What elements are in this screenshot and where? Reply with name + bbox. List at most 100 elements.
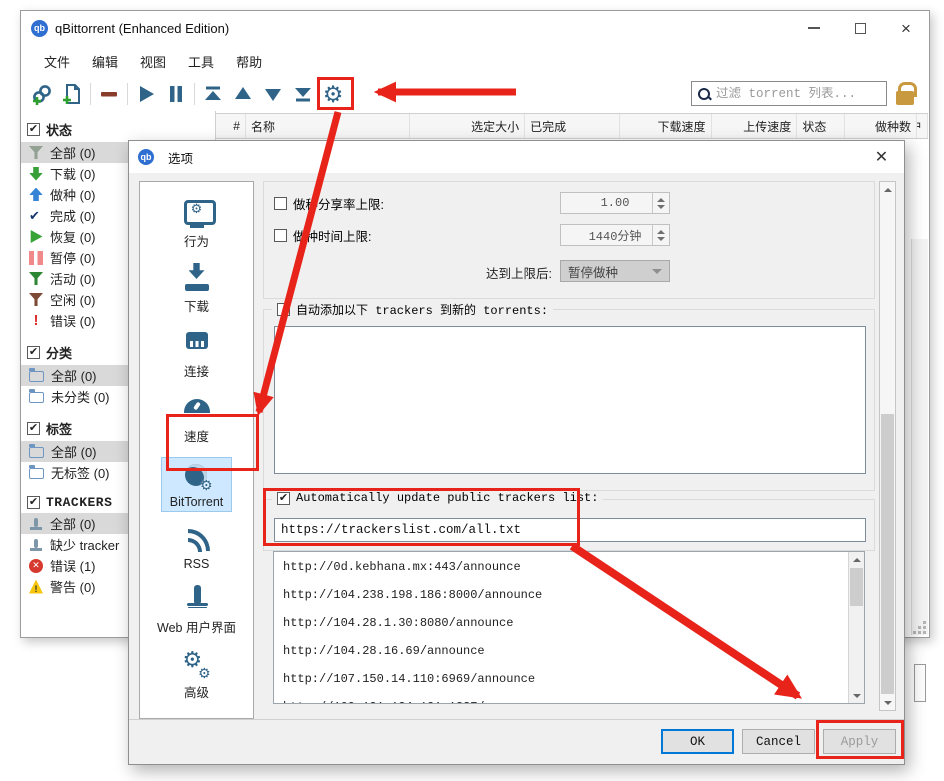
scrollbar-thumb[interactable] xyxy=(881,414,894,694)
webui-icon xyxy=(181,584,213,614)
upload-arrow-icon xyxy=(29,188,43,202)
scrollbar-thumb[interactable] xyxy=(850,568,863,606)
resume-button[interactable] xyxy=(131,79,161,109)
spin-buttons[interactable] xyxy=(652,193,669,213)
nav-label: 速度 xyxy=(184,426,209,445)
nav-connection[interactable]: 连接 xyxy=(140,322,253,387)
cancel-button[interactable]: Cancel xyxy=(742,729,815,754)
status-checkbox[interactable]: ✔ xyxy=(27,123,40,136)
toolbar-separator xyxy=(194,83,195,105)
add-torrent-link-button[interactable] xyxy=(27,79,57,109)
filter-label: 活动 (0) xyxy=(50,269,96,288)
share-ratio-checkbox[interactable] xyxy=(274,197,287,210)
filter-label: 错误 (0) xyxy=(50,311,96,330)
menu-edit[interactable]: 编辑 xyxy=(81,48,129,75)
seed-time-checkbox[interactable] xyxy=(274,229,287,242)
dialog-close-button[interactable]: ✕ xyxy=(859,141,904,173)
connection-icon xyxy=(181,328,213,358)
column-done[interactable]: 已完成 xyxy=(525,114,620,138)
nav-label: 高级 xyxy=(184,682,209,701)
maximize-button[interactable] xyxy=(837,11,883,45)
add-torrent-file-button[interactable] xyxy=(57,79,87,109)
bittorrent-selected-tile: BitTorrent xyxy=(162,458,232,511)
ok-button[interactable]: OK xyxy=(661,729,734,754)
column-up-speed[interactable]: 上传速度 xyxy=(712,114,798,138)
reached-action-dropdown[interactable]: 暂停做种 xyxy=(560,260,670,282)
bittorrent-globe-icon xyxy=(181,462,213,492)
minimize-button[interactable] xyxy=(791,11,837,45)
dialog-scrollbar[interactable] xyxy=(879,181,896,711)
minimize-icon xyxy=(808,27,820,29)
app-logo-icon: qb xyxy=(31,20,48,37)
nav-downloads[interactable]: 下载 xyxy=(140,257,253,322)
column-dl-speed[interactable]: 下载速度 xyxy=(620,114,712,138)
move-top-button[interactable] xyxy=(198,79,228,109)
nav-speed[interactable]: 速度 xyxy=(140,387,253,452)
public-trackers-list[interactable]: http://0d.kebhana.mx:443/announce http:/… xyxy=(273,551,865,704)
tracker-checkbox[interactable]: ✔ xyxy=(27,496,40,509)
tracker-url: http://107.150.14.110:6969/announce xyxy=(283,672,840,688)
nav-advanced[interactable]: 高级 xyxy=(140,643,253,708)
menu-tools[interactable]: 工具 xyxy=(177,48,225,75)
tracker-url: http://0d.kebhana.mx:443/announce xyxy=(283,560,840,576)
move-down-button[interactable] xyxy=(258,79,288,109)
seeding-limits-group: 做种分享率上限: 1.00 做种时间上限: 1440分钟 达到上限后: 暂停做种 xyxy=(263,181,875,299)
column-status[interactable]: 状态 xyxy=(797,114,845,138)
spin-up-icon xyxy=(657,198,665,202)
delete-torrent-button[interactable] xyxy=(94,79,124,109)
options-button[interactable]: ⚙ xyxy=(318,79,348,109)
pause-button[interactable] xyxy=(161,79,191,109)
filter-label: 全部 (0) xyxy=(50,143,96,162)
move-down-icon xyxy=(262,83,284,105)
scroll-down-icon[interactable] xyxy=(880,695,895,710)
menu-file[interactable]: 文件 xyxy=(33,48,81,75)
tag-checkbox[interactable]: ✔ xyxy=(27,422,40,435)
additional-trackers-textarea[interactable] xyxy=(274,326,866,474)
apply-button[interactable]: Apply xyxy=(823,729,896,754)
share-ratio-spinbox[interactable]: 1.00 xyxy=(560,192,670,214)
move-bottom-icon xyxy=(292,83,314,105)
resize-grip[interactable] xyxy=(923,631,926,634)
tracker-list-scrollbar[interactable] xyxy=(848,552,864,703)
main-vertical-scrollbar[interactable] xyxy=(911,239,928,635)
spin-buttons[interactable] xyxy=(652,225,669,245)
trackers-list-url-input[interactable] xyxy=(274,518,866,542)
check-icon: ✔ xyxy=(29,124,38,135)
column-user[interactable]: 用户 xyxy=(917,114,928,138)
rss-icon xyxy=(181,524,213,554)
column-size[interactable]: 选定大小 xyxy=(410,114,525,138)
check-icon: ✔ xyxy=(29,423,38,434)
move-up-button[interactable] xyxy=(228,79,258,109)
close-button[interactable]: × xyxy=(883,11,929,45)
link-add-icon xyxy=(31,83,53,105)
auto-update-trackers-checkbox[interactable]: ✔ xyxy=(277,492,290,505)
nav-webui[interactable]: Web 用户界面 xyxy=(140,578,253,643)
menu-help[interactable]: 帮助 xyxy=(225,48,273,75)
tracker-pin-icon xyxy=(29,538,43,552)
dialog-title: 选项 xyxy=(168,148,193,167)
category-checkbox[interactable]: ✔ xyxy=(27,346,40,359)
menu-view[interactable]: 视图 xyxy=(129,48,177,75)
lock-icon[interactable] xyxy=(894,82,916,108)
nav-rss[interactable]: RSS xyxy=(140,518,253,578)
status-group-header[interactable]: ✔ 状态 xyxy=(21,117,215,142)
filter-label: 全部 (0) xyxy=(51,366,97,385)
scroll-up-icon[interactable] xyxy=(849,552,864,567)
spin-down-icon xyxy=(657,237,665,241)
auto-update-trackers-label: Automatically update public trackers lis… xyxy=(296,491,598,505)
column-seeds[interactable]: 做种数 xyxy=(845,114,917,138)
scrollbar-thumb[interactable] xyxy=(914,664,926,702)
nav-bittorrent[interactable]: BitTorrent xyxy=(140,452,253,518)
nav-label: Web 用户界面 xyxy=(157,617,236,636)
column-name[interactable]: 名称 xyxy=(246,114,411,138)
scroll-up-icon[interactable] xyxy=(880,182,895,197)
search-input[interactable] xyxy=(716,87,881,101)
auto-add-trackers-checkbox[interactable] xyxy=(277,303,290,316)
column-number[interactable]: # xyxy=(216,114,246,138)
move-bottom-button[interactable] xyxy=(288,79,318,109)
seed-time-spinbox[interactable]: 1440分钟 xyxy=(560,224,670,246)
scroll-down-icon[interactable] xyxy=(849,688,864,703)
behavior-icon xyxy=(181,198,213,228)
nav-behavior[interactable]: 行为 xyxy=(140,192,253,257)
filter-label: 做种 (0) xyxy=(50,185,96,204)
